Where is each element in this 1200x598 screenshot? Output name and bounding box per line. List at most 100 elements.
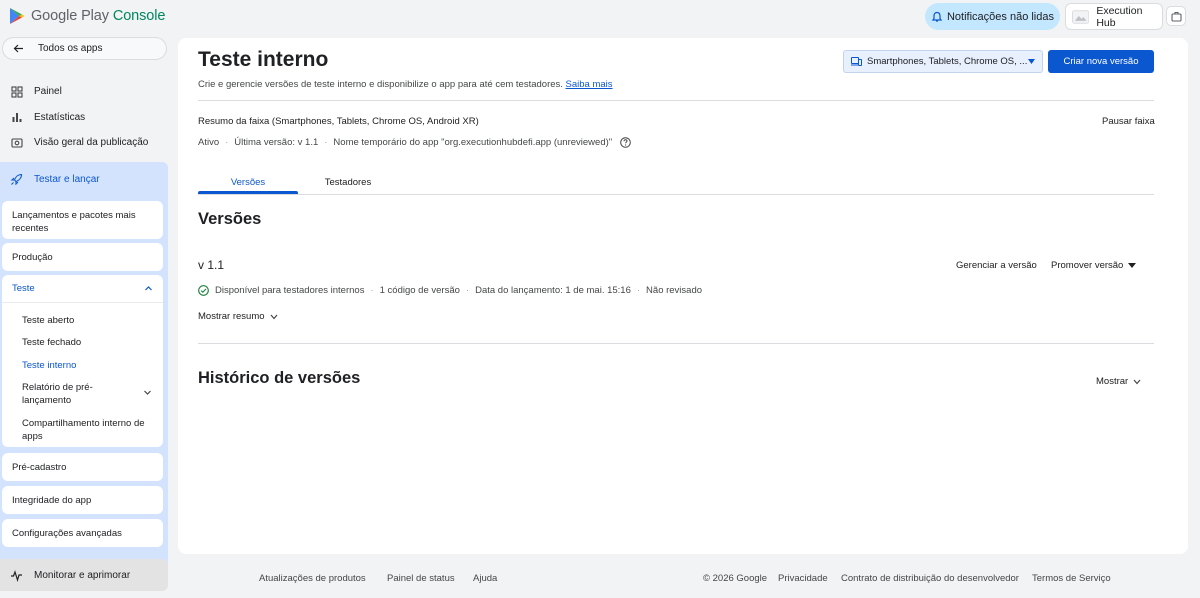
sidebar-item-testing[interactable]: Teste [2, 275, 163, 303]
sidebar-item-label: Teste [12, 283, 35, 294]
release-status-line: Disponível para testadores internos · 1 … [198, 285, 702, 296]
sidebar-item-label: Produção [12, 251, 53, 263]
chevron-down-icon [270, 314, 277, 319]
section-label: Monitorar e aprimorar [34, 569, 131, 581]
bell-icon [931, 11, 943, 22]
releases-divider [198, 343, 1154, 344]
show-summary-label: Mostrar resumo [198, 311, 265, 322]
play-logo-icon [10, 8, 25, 24]
release-availability: Disponível para testadores internos [215, 285, 365, 296]
sidebar-item-latest-releases[interactable]: Lançamentos e pacotes mais recentes [2, 201, 163, 239]
create-new-release-button[interactable]: Criar nova versão [1048, 50, 1154, 73]
sidebar-top-nav: Painel Estatísticas Visão geral da publi… [0, 79, 170, 156]
unread-notifications-button[interactable]: Notificações não lidas [925, 3, 1060, 30]
sidebar-item-publishing-overview[interactable]: Visão geral da publicação [0, 130, 170, 156]
tabs-divider [198, 194, 1154, 195]
release-review-status: Não revisado [646, 285, 703, 296]
tab-testers[interactable]: Testadores [308, 177, 388, 188]
page-title: Teste interno [198, 48, 329, 71]
releases-heading: Versões [198, 210, 262, 228]
check-circle-icon [198, 285, 209, 296]
show-label: Mostrar [1096, 376, 1129, 387]
sidebar-group-testing: Teste Teste aberto Teste fechado Teste i… [2, 275, 163, 447]
sidebar-item-statistics[interactable]: Estatísticas [0, 105, 170, 131]
caret-down-icon [1128, 262, 1137, 268]
developer-name: Execution Hub [1096, 4, 1143, 29]
manage-release-label: Gerenciar a versão [956, 260, 1037, 271]
main-panel: Teste interno Crie e gerencie versões de… [178, 38, 1188, 554]
all-apps-button[interactable]: Todos os apps [2, 37, 167, 60]
publishing-overview-icon [11, 138, 23, 148]
header-divider [198, 100, 1154, 101]
developer-account-chip[interactable]: Execution Hub [1065, 3, 1163, 30]
sidebar-item-dashboard[interactable]: Painel [0, 79, 170, 105]
play-console-logo[interactable]: Google Play Console [9, 7, 165, 25]
sidebar-item-production[interactable]: Produção [2, 243, 163, 271]
page-description: Crie e gerencie versões de teste interno… [198, 79, 613, 90]
form-factor-value: Smartphones, Tablets, Chrome OS, ... [867, 56, 1028, 67]
sidebar-section-test-and-release[interactable]: Testar e lançar [0, 162, 168, 197]
sidebar-item-pre-launch-report[interactable]: Relatório de pré-lançamento [22, 381, 134, 407]
form-factor-select[interactable]: Smartphones, Tablets, Chrome OS, ... [843, 50, 1043, 73]
chevron-down-icon [1133, 379, 1141, 384]
chevron-down-icon[interactable] [143, 388, 152, 397]
show-history-button[interactable]: Mostrar [1096, 376, 1141, 387]
sidebar-section-monitor-and-improve[interactable]: Monitorar e aprimorar [0, 559, 168, 591]
sidebar-item-label: Estatísticas [34, 111, 86, 123]
manage-release-button[interactable]: Gerenciar a versão [956, 260, 1037, 271]
release-version-name: v 1.1 [198, 258, 225, 272]
sidebar-item-label: Painel [34, 86, 62, 98]
footer-link-terms[interactable]: Termos de Serviço [1032, 573, 1111, 584]
dashboard-icon [11, 86, 23, 98]
sidebar-item-app-integrity[interactable]: Integridade do app [2, 486, 163, 514]
sidebar-item-open-testing[interactable]: Teste aberto [22, 314, 74, 327]
sidebar-item-advanced-settings[interactable]: Configurações avançadas [2, 519, 163, 547]
promote-release-button[interactable]: Promover versão [1051, 260, 1137, 271]
notifications-label: Notificações não lidas [946, 10, 1054, 23]
tab-releases[interactable]: Versões [198, 177, 298, 188]
help-icon[interactable] [620, 137, 631, 148]
show-summary-button[interactable]: Mostrar resumo [198, 311, 278, 322]
footer-link-status-dashboard[interactable]: Painel de status [387, 573, 455, 584]
top-bar: Google Play Console Notificações não lid… [0, 0, 1200, 34]
track-temp-name: Nome temporário do app "org.executionhub… [333, 137, 613, 148]
sidebar-item-closed-testing[interactable]: Teste fechado [22, 336, 81, 349]
devices-icon [851, 57, 862, 66]
sidebar-item-label: Pré-cadastro [12, 461, 67, 473]
test-and-release-submenu: Lançamentos e pacotes mais recentes Prod… [0, 197, 168, 577]
sidebar-item-label: Configurações avançadas [12, 527, 122, 539]
sidebar-item-label: Integridade do app [12, 494, 92, 506]
footer-link-privacy[interactable]: Privacidade [778, 573, 828, 584]
all-apps-label: Todos os apps [38, 43, 103, 54]
bar-chart-icon [12, 113, 22, 123]
track-meta: Ativo · Última versão: v 1.1 · Nome temp… [198, 137, 631, 148]
sidebar-item-pre-registration[interactable]: Pré-cadastro [2, 453, 163, 481]
learn-more-link[interactable]: Saiba mais [566, 79, 613, 90]
track-latest-version: Última versão: v 1.1 [234, 137, 319, 148]
footer-link-developer-agreement[interactable]: Contrato de distribuição do desenvolvedo… [841, 573, 1019, 584]
briefcase-icon [1170, 11, 1182, 22]
chevron-up-icon [145, 286, 152, 291]
footer-copyright: © 2026 Google [703, 573, 768, 584]
account-button[interactable] [1166, 6, 1186, 26]
release-history-heading: Histórico de versões [198, 369, 361, 387]
track-status: Ativo [198, 137, 220, 148]
footer-link-help[interactable]: Ajuda [473, 573, 497, 584]
sidebar-item-internal-app-sharing[interactable]: Compartilhamento interno de apps [22, 417, 154, 443]
sidebar: Todos os apps Painel Estatísticas Visão … [0, 34, 170, 598]
sidebar-item-internal-testing[interactable]: Teste interno [22, 359, 76, 372]
release-date: Data do lançamento: 1 de mai. 15:16 [475, 285, 631, 296]
rocket-icon [10, 173, 23, 186]
description-text: Crie e gerencie versões de teste interno… [198, 79, 563, 90]
developer-avatar-icon [1072, 9, 1090, 24]
release-code-count: 1 código de versão [379, 285, 460, 296]
caret-down-icon [1028, 59, 1035, 64]
arrow-back-icon [13, 44, 23, 53]
pulse-icon [11, 569, 22, 582]
track-summary-title: Resumo da faixa (Smartphones, Tablets, C… [198, 116, 479, 127]
footer-link-product-updates[interactable]: Atualizações de produtos [259, 573, 366, 584]
pause-track-button[interactable]: Pausar faixa [1102, 116, 1155, 127]
sidebar-item-label: Visão geral da publicação [34, 137, 149, 149]
sidebar-item-label: Lançamentos e pacotes mais recentes [12, 210, 136, 234]
section-label: Testar e lançar [34, 174, 100, 185]
